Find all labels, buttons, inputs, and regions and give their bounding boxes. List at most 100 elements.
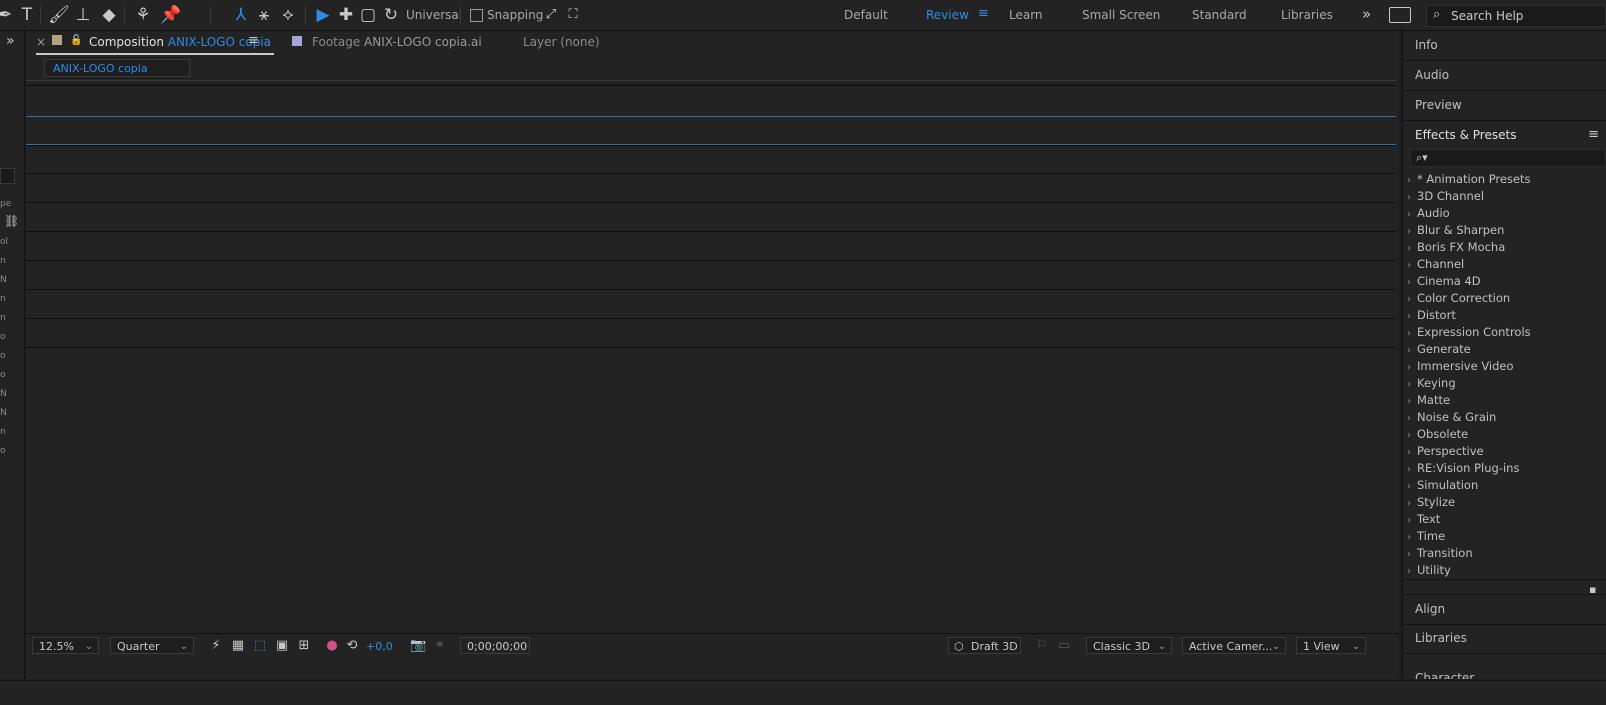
fx-category-item[interactable]: › Transition [1407, 545, 1473, 561]
local-axis-mode-icon[interactable]: ⅄ [230, 4, 252, 26]
fx-category-item[interactable]: › Expression Controls [1407, 324, 1531, 340]
snap-grid-icon[interactable]: ⛶ [562, 4, 584, 26]
grid-guides-icon[interactable]: ⊞ [296, 638, 312, 654]
current-time-field[interactable]: 0;00;00;00 [460, 637, 530, 654]
extended-viewer-icon[interactable]: ⚐ [1034, 638, 1050, 654]
effects-search-placeholder: ⌕▾ [1416, 151, 1428, 164]
lock-icon[interactable]: 🔓 [70, 35, 82, 46]
exposure-value[interactable]: +0,0 [366, 640, 393, 653]
character-panel-header[interactable]: Character [1403, 654, 1606, 679]
workspace-small-screen[interactable]: Small Screen [1082, 8, 1160, 22]
fx-category-item[interactable]: › Cinema 4D [1407, 273, 1481, 289]
show-channel-icon[interactable]: ● [324, 638, 340, 654]
puppet-pin-tool-icon[interactable]: 📌 [160, 4, 182, 26]
renderer-dropdown[interactable]: Classic 3D ⌄ [1086, 637, 1172, 654]
chevron-right-icon: › [1407, 260, 1411, 271]
viewer-line [26, 202, 1396, 203]
snap-edges-icon[interactable]: ⤢ [540, 4, 562, 26]
fx-category-label: Channel [1417, 257, 1465, 271]
rotate-tool-icon[interactable]: ↻ [380, 4, 402, 26]
text-tool-icon[interactable]: T [16, 4, 38, 26]
snapping-checkbox[interactable] [470, 9, 483, 22]
tab-layer[interactable]: Layer (none) [523, 35, 600, 49]
fast-previews-icon[interactable]: ⚡ [208, 638, 224, 654]
scale-tool-icon[interactable]: ▢ [357, 4, 379, 26]
roto-brush-tool-icon[interactable]: ⚘ [132, 4, 154, 26]
mask-visibility-icon[interactable]: ⬚ [252, 638, 268, 654]
sync-settings-icon[interactable] [1389, 7, 1411, 23]
search-help-field[interactable]: ⌕ Search Help [1426, 5, 1606, 27]
workspace-learn[interactable]: Learn [1009, 8, 1043, 22]
tab-footage[interactable]: Footage ANIX-LOGO copia.ai [312, 35, 482, 49]
workspace-overflow-icon[interactable]: » [1362, 5, 1371, 23]
view-layout-dropdown[interactable]: 1 View ⌄ [1296, 637, 1366, 654]
show-snapshot-icon[interactable]: ⚭ [432, 638, 448, 654]
hierarchy-icon[interactable]: ⛓ [4, 214, 19, 228]
workspace-standard[interactable]: Standard [1192, 8, 1247, 22]
draft-3d-toggle[interactable]: ⬡ Draft 3D [948, 637, 1021, 654]
fx-category-item[interactable]: › Audio [1407, 205, 1450, 221]
workspace-menu-icon[interactable]: ≡ [978, 6, 989, 21]
tab-menu-icon[interactable]: ≡ [248, 33, 259, 48]
fx-category-item[interactable]: › Utility [1407, 562, 1451, 578]
view-layout-value: 1 View [1303, 640, 1340, 653]
fx-category-item[interactable]: › Boris FX Mocha [1407, 239, 1505, 255]
fx-category-item[interactable]: › Time [1407, 528, 1445, 544]
info-panel-header[interactable]: Info [1403, 31, 1606, 61]
magnification-dropdown[interactable]: 12.5% ⌄ [32, 637, 99, 654]
camera-view-value: Active Camer... [1189, 640, 1273, 653]
left-panel-strip: » pe ⛓ ol n N n n o o o N N n o [0, 31, 25, 679]
reset-exposure-icon[interactable]: ⟲ [344, 638, 360, 654]
close-tab-icon[interactable]: × [36, 35, 46, 49]
region-of-interest-icon[interactable]: ▣ [274, 638, 290, 654]
fx-category-item[interactable]: › * Animation Presets [1407, 171, 1531, 187]
fx-category-item[interactable]: › Color Correction [1407, 290, 1510, 306]
fx-category-item[interactable]: › Perspective [1407, 443, 1484, 459]
clone-stamp-tool-icon[interactable]: ⊥ [72, 4, 94, 26]
effects-search-input[interactable]: ⌕▾ [1410, 149, 1606, 167]
left-panel-field[interactable] [0, 168, 15, 184]
effects-presets-panel-header[interactable]: Effects & Presets ≡ [1403, 121, 1606, 150]
fx-category-item[interactable]: › Stylize [1407, 494, 1455, 510]
fx-category-item[interactable]: › Obsolete [1407, 426, 1468, 442]
resolution-dropdown[interactable]: Quarter ⌄ [110, 637, 194, 654]
universal-label[interactable]: Universal [406, 8, 462, 22]
composition-breadcrumb[interactable]: ANIX-LOGO copia [44, 59, 190, 77]
world-axis-mode-icon[interactable]: ⚹ [253, 4, 275, 26]
snapshot-icon[interactable]: 📷 [410, 638, 426, 654]
tab-footage-prefix: Footage [312, 35, 361, 49]
fx-category-item[interactable]: › Text [1407, 511, 1440, 527]
pen-tool-icon[interactable]: ✒ [0, 4, 16, 26]
fx-category-item[interactable]: › Simulation [1407, 477, 1478, 493]
timecode-value: 0;00;00;00 [467, 640, 528, 653]
preview-panel-header[interactable]: Preview [1403, 91, 1606, 121]
workspace-review[interactable]: Review [926, 8, 969, 22]
fx-category-item[interactable]: › Distort [1407, 307, 1456, 323]
workspace-libraries[interactable]: Libraries [1281, 8, 1333, 22]
fx-category-item[interactable]: › Immersive Video [1407, 358, 1514, 374]
fx-category-item[interactable]: › Matte [1407, 392, 1450, 408]
fx-category-item[interactable]: › Keying [1407, 375, 1456, 391]
libraries-panel-header[interactable]: Libraries [1403, 624, 1606, 654]
fx-category-item[interactable]: › 3D Channel [1407, 188, 1484, 204]
fx-category-item[interactable]: › Noise & Grain [1407, 409, 1496, 425]
tab-composition[interactable]: Composition ANIX-LOGO copia [89, 35, 271, 49]
fx-category-item[interactable]: › Blur & Sharpen [1407, 222, 1504, 238]
workspace-default[interactable]: Default [844, 8, 888, 22]
expand-panel-icon[interactable]: » [6, 33, 15, 49]
align-panel-header[interactable]: Align [1403, 594, 1606, 625]
transparency-grid-icon[interactable]: ▦ [230, 638, 246, 654]
eraser-tool-icon[interactable]: ◆ [98, 4, 120, 26]
view-axis-mode-icon[interactable]: ⟡ [277, 4, 299, 26]
panel-menu-icon[interactable]: ≡ [1588, 127, 1599, 142]
viewer-line [26, 80, 1396, 81]
fx-category-item[interactable]: › Generate [1407, 341, 1471, 357]
fx-category-item[interactable]: › Channel [1407, 256, 1464, 272]
move-tool-icon[interactable]: ✚ [335, 4, 357, 26]
fx-category-item[interactable]: › RE:Vision Plug-ins [1407, 460, 1519, 476]
selection-tool-icon[interactable]: ▶ [312, 4, 334, 26]
audio-panel-header[interactable]: Audio [1403, 61, 1606, 91]
ground-plane-icon[interactable]: ▭ [1056, 638, 1072, 654]
camera-view-dropdown[interactable]: Active Camer... ⌄ [1182, 637, 1286, 654]
brush-tool-icon[interactable]: 🖌 [48, 4, 70, 26]
